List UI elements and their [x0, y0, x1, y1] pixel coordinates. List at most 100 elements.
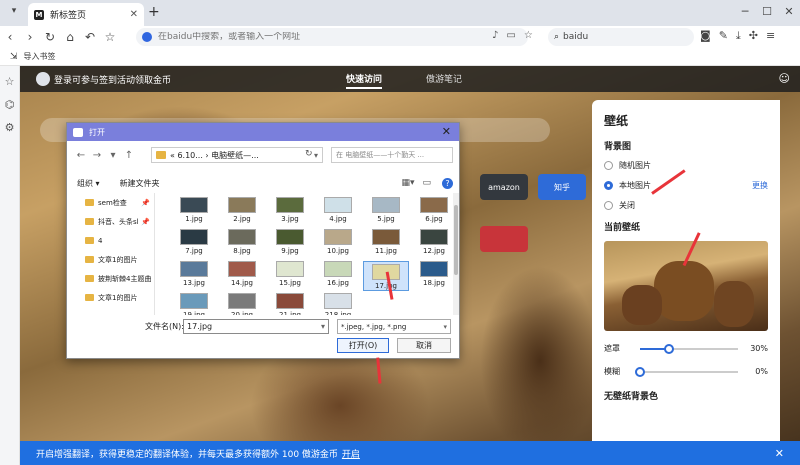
radio-off[interactable]: 关闭	[604, 200, 768, 211]
file-item[interactable]: 10.jpg	[315, 229, 361, 255]
game-icon[interactable]: ⌬	[0, 98, 19, 112]
file-item[interactable]: 14.jpg	[219, 261, 265, 287]
file-item[interactable]: 13.jpg	[171, 261, 217, 287]
banner-enable-link[interactable]: 开启	[342, 447, 360, 460]
settings-gear-icon[interactable]: ⚙	[0, 121, 19, 135]
new-tab-button[interactable]: +	[148, 4, 160, 20]
minimize-button[interactable]: ─	[734, 0, 756, 26]
forward-button[interactable]: ›	[20, 30, 40, 44]
tree-item[interactable]: 文章1的图片	[71, 288, 154, 307]
back-button[interactable]: ‹	[0, 30, 20, 44]
tile-amazon[interactable]: amazon	[480, 174, 528, 200]
tree-item[interactable]: 披荆斩棘4主题曲	[71, 269, 154, 288]
blur-knob[interactable]	[635, 366, 645, 377]
dialog-path-bar[interactable]: « 6.10... › 电脑壁纸—... ▾	[151, 147, 323, 163]
file-item[interactable]: 7.jpg	[171, 229, 217, 255]
search-input[interactable]	[563, 32, 688, 42]
radio-random[interactable]: 随机图片	[604, 160, 768, 171]
file-item[interactable]: 4.jpg	[315, 197, 361, 223]
file-item[interactable]: 6.jpg	[411, 197, 451, 223]
dialog-recent-icon[interactable]: ▾	[105, 150, 121, 161]
dialog-forward-icon[interactable]: →	[89, 150, 105, 161]
banner-close-icon[interactable]: ✕	[775, 447, 784, 460]
screenshot-icon[interactable]: ◙	[700, 29, 711, 43]
extensions-icon[interactable]: ✣	[749, 29, 758, 43]
chevron-down-icon[interactable]: ▾	[321, 322, 325, 331]
undo-close-icon[interactable]: ↶	[80, 30, 100, 44]
menu-icon[interactable]: ≡	[766, 29, 775, 43]
tile-red[interactable]	[480, 226, 528, 252]
read-aloud-icon[interactable]: ♪	[492, 30, 498, 41]
avatar[interactable]	[36, 72, 50, 86]
chevron-down-icon[interactable]: ▾	[443, 323, 447, 331]
file-scrollbar[interactable]	[453, 193, 459, 315]
scrollbar-thumb[interactable]	[454, 205, 458, 275]
radio-dot[interactable]	[604, 201, 613, 210]
home-icon[interactable]: ⌂	[60, 30, 80, 44]
radio-local[interactable]: 本地图片 更换	[604, 180, 768, 191]
maximize-button[interactable]: ☐	[756, 0, 778, 26]
filetype-select[interactable]: *.jpeg, *.jpg, *.png ▾	[337, 319, 451, 334]
radio-dot-selected[interactable]	[604, 181, 613, 190]
dialog-back-icon[interactable]: ←	[73, 150, 89, 161]
file-item[interactable]: 20.jpg	[219, 293, 265, 315]
tab-quick-access[interactable]: 快速访问	[346, 72, 383, 89]
mask-slider[interactable]	[640, 343, 738, 354]
tab-newtab[interactable]: M 新标签页 ✕	[28, 3, 144, 26]
cancel-button[interactable]: 取消	[397, 338, 451, 353]
preview-pane-icon[interactable]: ▭	[422, 178, 431, 188]
tab-notes[interactable]: 傲游笔记	[426, 72, 462, 85]
close-tab-icon[interactable]: ✕	[130, 9, 138, 20]
file-item[interactable]: 11.jpg	[363, 229, 409, 255]
file-item[interactable]: 12.jpg	[411, 229, 451, 255]
file-item[interactable]: 19.jpg	[171, 293, 217, 315]
tree-item[interactable]: 文章1的图片	[71, 250, 154, 269]
file-item[interactable]: 9.jpg	[267, 229, 313, 255]
file-item[interactable]: 8.jpg	[219, 229, 265, 255]
organize-button[interactable]: 组织 ▾	[77, 178, 100, 189]
open-button[interactable]: 打开(O)	[337, 338, 389, 353]
login-link[interactable]: 登录可参与签到活动领取金币	[54, 73, 171, 86]
blur-slider[interactable]	[635, 366, 738, 377]
file-item[interactable]: 21.jpg	[267, 293, 313, 315]
favorite-star-icon[interactable]: ☆	[100, 30, 120, 44]
file-item[interactable]: 1.jpg	[171, 197, 217, 223]
favorites-star-icon[interactable]: ☆	[0, 75, 19, 89]
reload-button[interactable]: ↻	[40, 30, 60, 44]
file-item[interactable]: 3.jpg	[267, 197, 313, 223]
chat-icon[interactable]: ☺	[779, 72, 790, 85]
file-item[interactable]: 5.jpg	[363, 197, 409, 223]
dialog-refresh-icon[interactable]: ↻	[305, 149, 313, 159]
file-item[interactable]: 15.jpg	[267, 261, 313, 287]
notes-icon[interactable]: ✎	[719, 29, 728, 43]
tree-item[interactable]: sem检查 📌	[71, 193, 154, 212]
tab-strip: ▾ M 新标签页 ✕ + ─ ☐ ✕	[0, 0, 800, 26]
tree-item[interactable]: 4	[71, 231, 154, 250]
tile-zhihu[interactable]: 知乎	[538, 174, 586, 200]
new-folder-button[interactable]: 新建文件夹	[120, 178, 160, 189]
close-window-button[interactable]: ✕	[778, 0, 800, 26]
dialog-close-icon[interactable]: ✕	[442, 125, 451, 138]
address-bar[interactable]	[136, 28, 528, 46]
bookmark-star-icon[interactable]: ☆	[524, 30, 533, 41]
mask-knob[interactable]	[664, 343, 675, 354]
dialog-search-input[interactable]: 在 电脑壁纸——十个勤天 ...	[331, 147, 453, 163]
search-box[interactable]: ⌕	[548, 28, 694, 46]
view-options-icon[interactable]: ▦▾	[401, 178, 414, 188]
help-icon[interactable]: ?	[442, 177, 453, 189]
file-item[interactable]: 18.jpg	[411, 261, 451, 287]
file-item[interactable]: 16.jpg	[315, 261, 361, 287]
dialog-up-icon[interactable]: ↑	[121, 150, 137, 161]
address-input[interactable]	[158, 32, 522, 42]
reader-icon[interactable]: ▭	[506, 30, 515, 41]
import-bookmarks-link[interactable]: 导入书签	[24, 51, 56, 62]
radio-dot[interactable]	[604, 161, 613, 170]
change-link[interactable]: 更换	[752, 180, 768, 191]
chevron-down-icon[interactable]: ▾	[314, 151, 318, 160]
filename-input[interactable]: 17.jpg ▾	[183, 319, 329, 334]
file-item[interactable]: 218.jpg	[315, 293, 361, 315]
tree-item[interactable]: 抖音、头条sl 📌	[71, 212, 154, 231]
file-item[interactable]: 2.jpg	[219, 197, 265, 223]
tab-list-button[interactable]: ▾	[6, 6, 22, 20]
download-icon[interactable]: ⤓	[736, 29, 741, 43]
